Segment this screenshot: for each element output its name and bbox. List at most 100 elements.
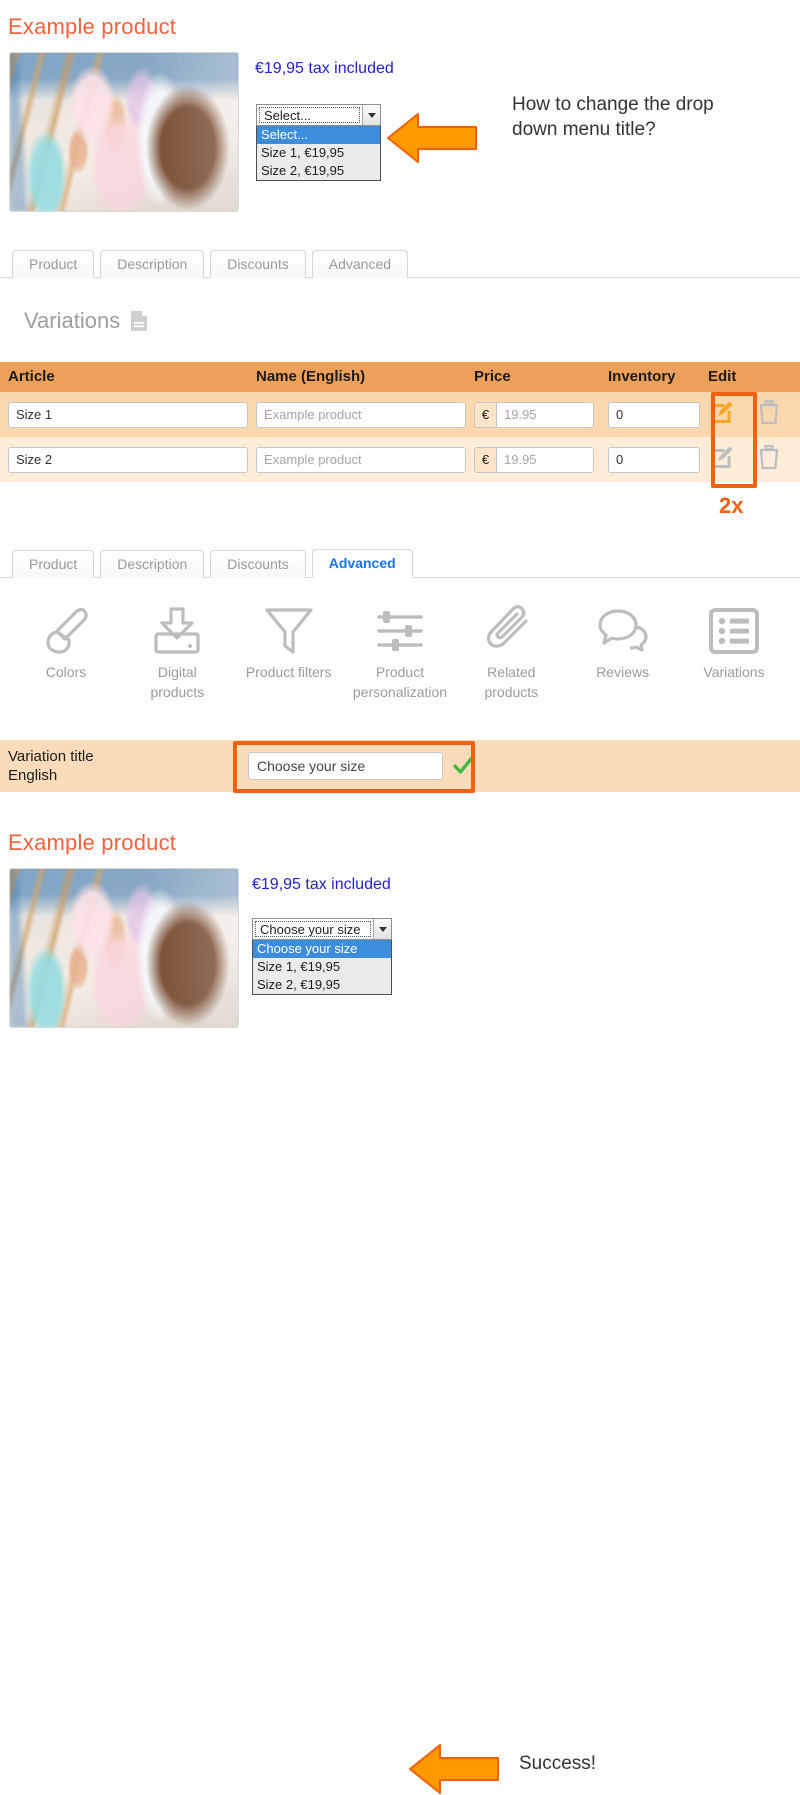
price-input[interactable]: 19.95: [496, 401, 594, 428]
tab-product[interactable]: Product: [12, 250, 95, 278]
select-option[interactable]: Select...: [257, 126, 380, 144]
advanced-item-label: Related products: [484, 664, 539, 701]
page-title: Example product: [8, 830, 177, 855]
inventory-input[interactable]: 0: [608, 401, 700, 428]
select-closed-control[interactable]: Choose your size: [252, 918, 392, 940]
cell-inventory: 0: [600, 392, 700, 437]
paperclip-icon: [482, 600, 540, 662]
tab-advanced[interactable]: Advanced: [311, 549, 413, 578]
advanced-item-related-products[interactable]: Related products: [463, 600, 559, 703]
annotation-arrow-left: [387, 113, 477, 163]
cell-price: € 19.95: [466, 437, 600, 482]
price-input-group[interactable]: € 19.95: [474, 446, 594, 473]
cell-edit: [700, 437, 800, 482]
download-tray-icon: [148, 600, 206, 662]
advanced-icon-strip: Colors Digital products Product filters: [0, 586, 800, 709]
name-input[interactable]: Example product: [256, 446, 466, 473]
inventory-input[interactable]: 0: [608, 446, 700, 473]
annotation-arrow-left: [409, 1744, 499, 1794]
variation-title-label-line1: Variation title: [8, 748, 94, 765]
advanced-item-label: Variations: [703, 664, 765, 680]
cell-article: Size 1: [0, 392, 248, 437]
product-price: €19,95 tax included: [252, 876, 391, 893]
tab-discounts[interactable]: Discounts: [210, 550, 306, 578]
edit-icon: [711, 446, 733, 468]
variations-heading: Variations: [24, 308, 149, 334]
chevron-down-icon: [378, 926, 387, 932]
table-row: Size 1 Example product € 19.95 0: [0, 392, 800, 437]
select-option[interactable]: Size 1, €19,95: [253, 958, 391, 976]
trash-icon: [760, 399, 779, 425]
annotation-text-bottom: Success!: [519, 1753, 597, 1774]
advanced-item-colors[interactable]: Colors: [18, 600, 114, 703]
select-option[interactable]: Choose your size: [253, 940, 391, 958]
funnel-icon: [260, 600, 318, 662]
tab-product[interactable]: Product: [12, 550, 95, 578]
document-icon: [131, 311, 148, 331]
advanced-item-label: Product filters: [245, 664, 332, 680]
edit-button[interactable]: [708, 398, 736, 426]
sliders-icon: [371, 600, 429, 662]
trash-icon: [760, 444, 779, 470]
product-image: [9, 52, 239, 212]
select-option[interactable]: Size 2, €19,95: [257, 162, 380, 180]
variation-title-label: Variation title English: [8, 747, 248, 785]
column-name: Name (English): [248, 362, 466, 392]
select-closed-control[interactable]: Select...: [256, 104, 381, 126]
tab-description[interactable]: Description: [100, 550, 205, 578]
advanced-item-label: Digital products: [150, 664, 205, 701]
select-option[interactable]: Size 1, €19,95: [257, 144, 380, 162]
advanced-item-product-personalization[interactable]: Product personalization: [352, 600, 448, 703]
select-dropdown-button[interactable]: [362, 105, 380, 125]
delete-button[interactable]: [756, 398, 782, 426]
top-storefront-preview: Example product €19,95 tax included Sele…: [0, 0, 800, 238]
tab-discounts[interactable]: Discounts: [210, 250, 306, 278]
list-icon: [705, 600, 763, 662]
green-check-icon: [453, 757, 473, 774]
tabbar-bottom[interactable]: Product Description Discounts Advanced: [0, 548, 800, 578]
select-value: Select...: [259, 107, 360, 123]
variations-heading-label: Variations: [24, 308, 121, 333]
advanced-item-reviews[interactable]: Reviews: [575, 600, 671, 703]
price-input[interactable]: 19.95: [496, 446, 594, 473]
delete-button[interactable]: [756, 443, 782, 471]
advanced-item-product-filters[interactable]: Product filters: [241, 600, 337, 703]
chevron-down-icon: [367, 112, 376, 118]
table-header-row: Article Name (English) Price Inventory E…: [0, 362, 800, 392]
select-option-list[interactable]: Select... Size 1, €19,95 Size 2, €19,95: [256, 126, 381, 181]
product-image: [9, 868, 239, 1028]
speech-bubbles-icon: [594, 600, 652, 662]
tab-description[interactable]: Description: [100, 250, 205, 278]
article-input[interactable]: Size 1: [8, 401, 248, 428]
tab-advanced[interactable]: Advanced: [311, 250, 409, 278]
cell-inventory: 0: [600, 437, 700, 482]
size-select-top[interactable]: Select... Select... Size 1, €19,95 Size …: [256, 104, 381, 181]
select-dropdown-button[interactable]: [373, 919, 391, 939]
cell-name: Example product: [248, 437, 466, 482]
edit-icon: [711, 401, 733, 423]
variation-title-input[interactable]: Choose your size: [248, 752, 443, 780]
cell-price: € 19.95: [466, 392, 600, 437]
column-article: Article: [0, 362, 248, 392]
cell-edit: [700, 392, 800, 437]
article-input[interactable]: Size 2: [8, 446, 248, 473]
size-select-bottom[interactable]: Choose your size Choose your size Size 1…: [252, 918, 392, 995]
variation-title-label-line2: English: [8, 767, 58, 784]
price-input-group[interactable]: € 19.95: [474, 401, 594, 428]
advanced-item-digital-products[interactable]: Digital products: [129, 600, 225, 703]
column-inventory: Inventory: [600, 362, 700, 392]
select-option[interactable]: Size 2, €19,95: [253, 976, 391, 994]
advanced-item-variations[interactable]: Variations: [686, 600, 782, 703]
edit-button[interactable]: [708, 443, 736, 471]
product-price: €19,95 tax included: [255, 60, 394, 77]
page-title: Example product: [8, 14, 177, 39]
name-input[interactable]: Example product: [256, 401, 466, 428]
select-option-list[interactable]: Choose your size Size 1, €19,95 Size 2, …: [252, 940, 392, 995]
variations-table: Article Name (English) Price Inventory E…: [0, 362, 800, 482]
tabbar-top[interactable]: Product Description Discounts Advanced: [0, 248, 800, 278]
cell-article: Size 2: [0, 437, 248, 482]
column-edit: Edit: [700, 362, 800, 392]
annotation-2x: 2x: [719, 493, 744, 518]
currency-addon: €: [474, 401, 496, 428]
bottom-storefront-preview: Example product €19,95 tax included Choo…: [0, 818, 800, 1794]
